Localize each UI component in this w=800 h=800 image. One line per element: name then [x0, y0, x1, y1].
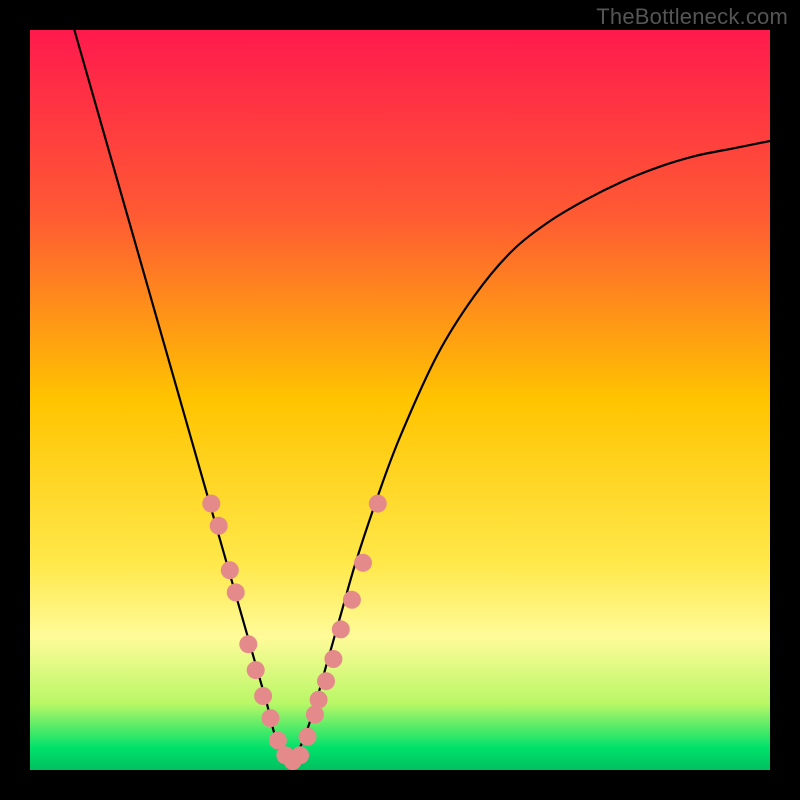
- marker-point: [262, 709, 280, 727]
- marker-point: [332, 620, 350, 638]
- marker-point: [227, 583, 245, 601]
- marker-point: [210, 517, 228, 535]
- marker-point: [254, 687, 272, 705]
- marker-point: [354, 554, 372, 572]
- gradient-background: [30, 30, 770, 770]
- marker-point: [202, 495, 220, 513]
- bottleneck-chart: [30, 30, 770, 770]
- marker-point: [239, 635, 257, 653]
- watermark-text: TheBottleneck.com: [596, 4, 788, 30]
- marker-point: [221, 561, 239, 579]
- chart-container: TheBottleneck.com: [0, 0, 800, 800]
- marker-point: [310, 691, 328, 709]
- marker-point: [247, 661, 265, 679]
- marker-point: [324, 650, 342, 668]
- marker-point: [343, 591, 361, 609]
- marker-point: [299, 728, 317, 746]
- marker-point: [317, 672, 335, 690]
- marker-point: [291, 746, 309, 764]
- plot-area: [30, 30, 770, 770]
- marker-point: [369, 495, 387, 513]
